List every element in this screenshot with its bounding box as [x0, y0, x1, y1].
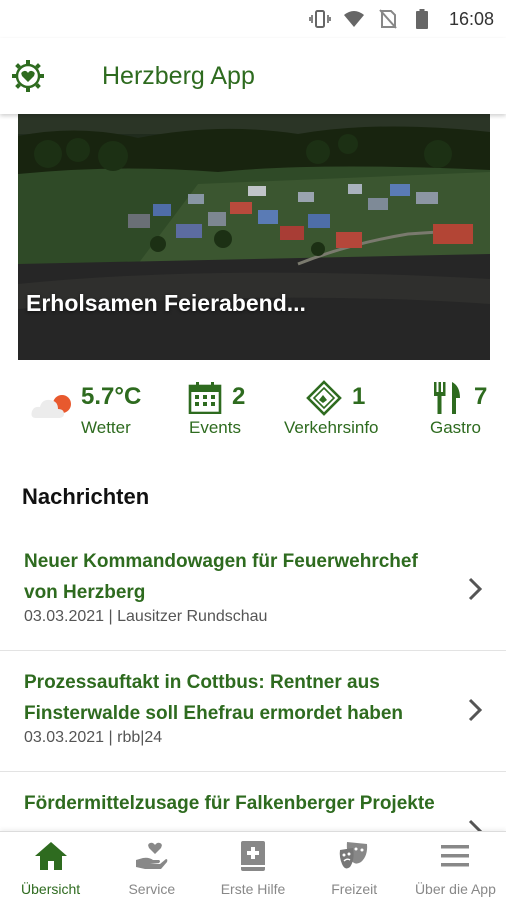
traffic-value: 1 [352, 383, 366, 410]
news-item[interactable]: Neuer Kommandowagen für Feuerwehrchef vo… [0, 530, 506, 651]
events-value: 2 [232, 383, 246, 410]
status-time: 16:08 [448, 8, 494, 29]
events-label: Events [189, 418, 241, 437]
battery-icon [411, 8, 433, 30]
nav-label: Übersicht [21, 881, 81, 897]
nav-item-erste-hilfe[interactable]: Erste Hilfe [202, 832, 303, 900]
menu-icon [438, 840, 472, 872]
chevron-right-icon [466, 576, 484, 602]
news-section-title: Nachrichten [22, 484, 150, 509]
app-title: Herzberg App [102, 61, 255, 90]
events-tile[interactable]: 2 Events [186, 376, 266, 446]
hand-heart-icon [135, 840, 169, 872]
app-screen: 16:08 Herzberg App Erholsamen Feierabend… [0, 0, 506, 900]
bottom-navigation: Übersicht Service Erste Hilfe Freizeit Ü… [0, 831, 506, 900]
cloud-sun-icon [30, 390, 74, 427]
heart-gear-logo-icon[interactable] [10, 58, 46, 94]
status-bar: 16:08 [0, 0, 506, 38]
nav-label: Service [128, 881, 176, 897]
hero-banner[interactable]: Erholsamen Feierabend... [18, 114, 490, 360]
nav-item-service[interactable]: Service [101, 832, 202, 900]
road-sign-icon [306, 380, 342, 421]
nav-label: Freizeit [331, 881, 378, 897]
app-bar: Herzberg App [0, 38, 506, 114]
medical-book-icon [236, 840, 270, 872]
weather-value: 5.7°C [81, 383, 142, 410]
news-headline: Prozessauftakt in Cottbus: Rentner aus F… [24, 672, 404, 724]
nav-label: Erste Hilfe [220, 881, 286, 897]
wifi-icon [343, 8, 365, 30]
nav-item-ueber-die-app[interactable]: Über die App [405, 832, 506, 900]
vibrate-icon [309, 8, 331, 30]
village-aerial-image [18, 114, 490, 360]
news-meta: 03.03.2021 | Lausitzer Rundschau [24, 608, 268, 625]
news-item[interactable]: Prozessauftakt in Cottbus: Rentner aus F… [0, 651, 506, 772]
gastro-value: 7 [474, 383, 488, 410]
gastro-tile[interactable]: 7 Gastro [430, 376, 506, 446]
quick-info-row: 5.7°C Wetter 2 Events 1 Verkehrsinfo 7 G… [0, 376, 506, 446]
theater-masks-icon [337, 840, 371, 872]
calendar-icon [188, 382, 222, 419]
no-sim-icon [377, 8, 399, 30]
news-headline: Neuer Kommandowagen für Feuerwehrchef vo… [24, 551, 418, 603]
hero-caption: Erholsamen Feierabend... [26, 290, 306, 316]
home-icon [34, 840, 68, 872]
nav-item-freizeit[interactable]: Freizeit [304, 832, 405, 900]
nav-label: Über die App [414, 881, 496, 897]
chevron-right-icon [466, 697, 484, 723]
traffic-label: Verkehrsinfo [284, 418, 379, 437]
weather-tile[interactable]: 5.7°C Wetter [26, 376, 166, 446]
news-headline: Fördermittelzusage für Falkenberger Proj… [24, 793, 435, 814]
traffic-tile[interactable]: 1 Verkehrsinfo [284, 376, 404, 446]
news-meta: 03.03.2021 | rbb|24 [24, 729, 163, 746]
gastro-label: Gastro [430, 418, 482, 437]
fork-knife-icon [432, 380, 462, 421]
weather-label: Wetter [81, 418, 131, 437]
nav-item-uebersicht[interactable]: Übersicht [0, 832, 101, 900]
